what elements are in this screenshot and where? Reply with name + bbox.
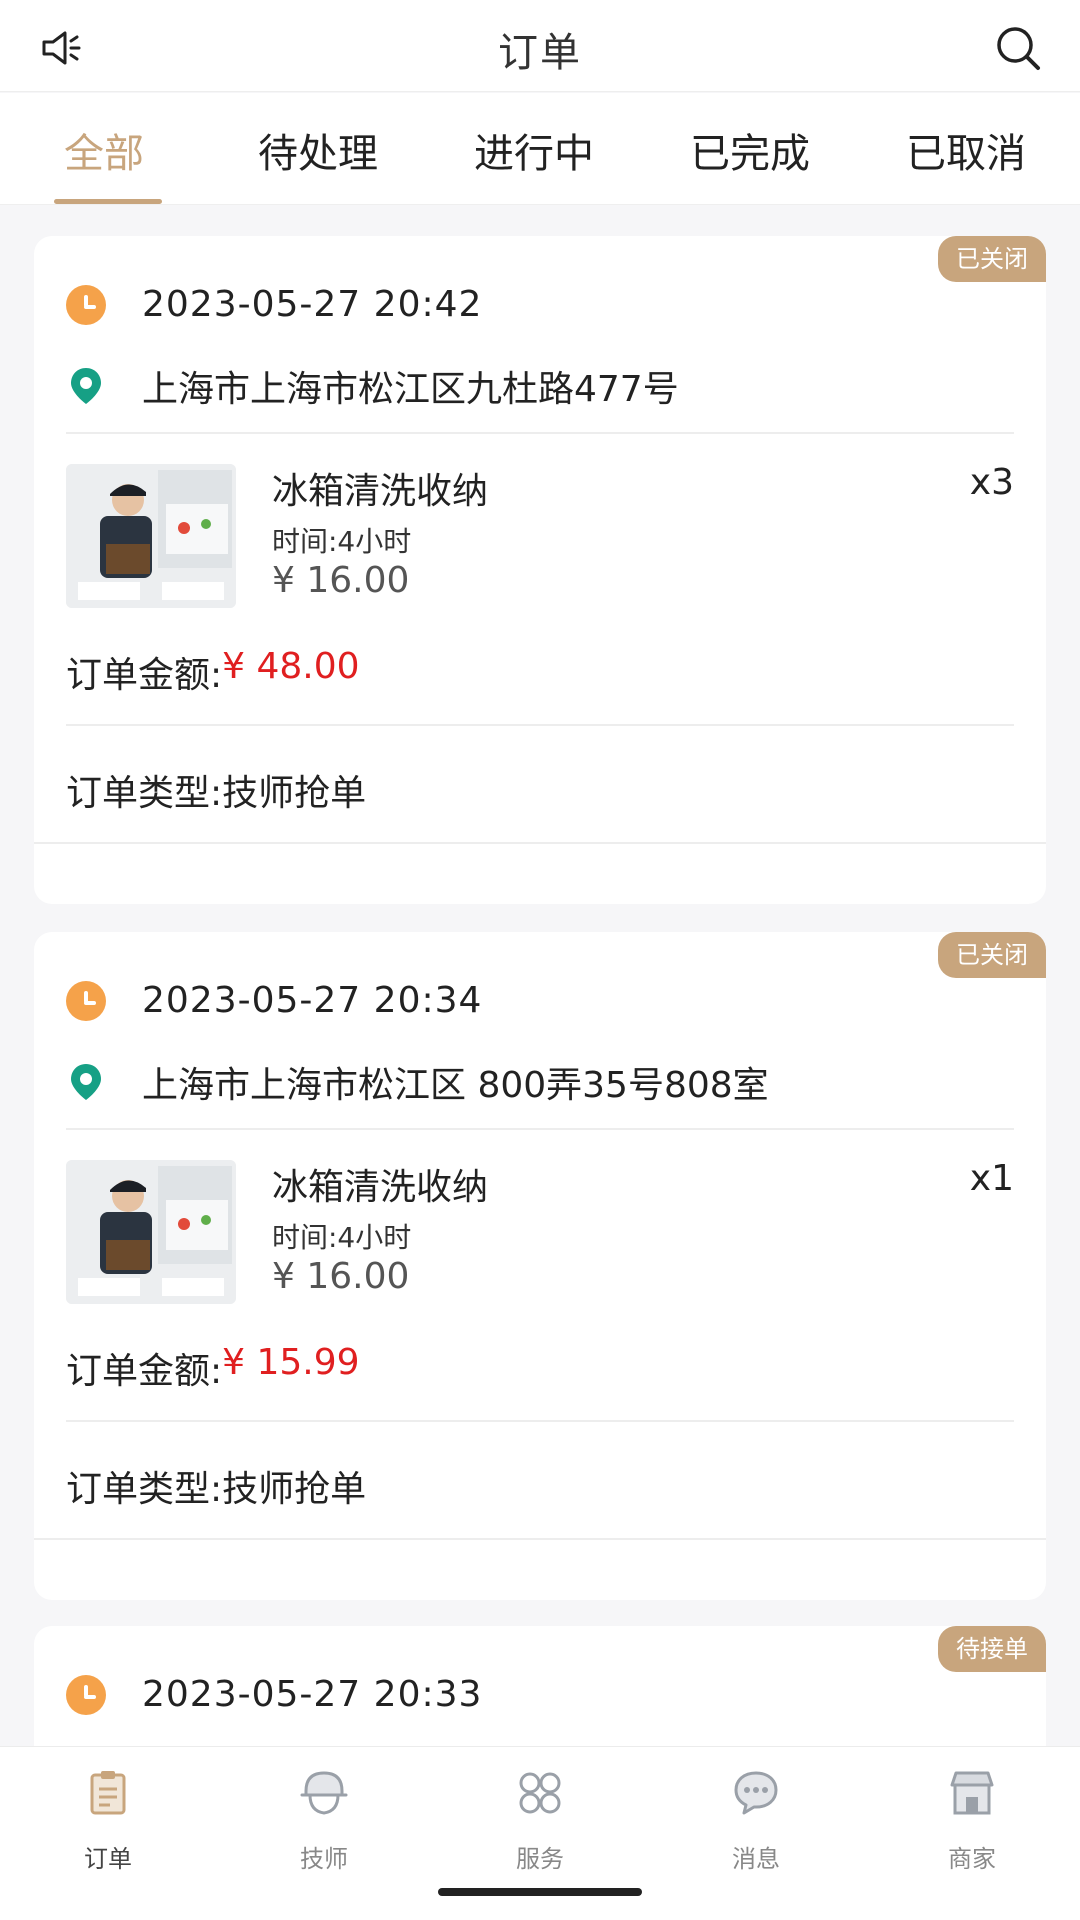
tab-in-progress[interactable]: 进行中	[474, 121, 594, 179]
tab-pending[interactable]: 待处理	[258, 121, 378, 179]
order-icon	[90, 1771, 126, 1815]
nav-item-orders[interactable]: 订单	[48, 1767, 168, 1874]
product-duration: 时间:4小时	[272, 525, 412, 558]
order-type-label: 订单类型:	[66, 1469, 223, 1510]
product-name: 冰箱清洗收纳	[272, 1167, 489, 1208]
order-amount-label: 订单金额:	[66, 1351, 223, 1392]
product-image	[66, 464, 236, 608]
order-time: 2023-05-27 20:34	[142, 980, 483, 1021]
order-amount-row: 订单金额: ¥ 48.00	[66, 646, 360, 698]
status-tabs: 全部 待处理 进行中 已完成 已取消	[0, 93, 1080, 205]
nav-label: 消息	[732, 1845, 780, 1873]
order-address-row: 上海市上海市松江区九杜路477号	[66, 360, 679, 412]
page-title: 订单	[498, 30, 582, 76]
order-time-row: 2023-05-27 20:33	[66, 1674, 482, 1715]
status-badge: 已关闭	[938, 236, 1046, 282]
nav-label: 服务	[516, 1845, 564, 1873]
divider	[34, 842, 1046, 844]
status-badge: 已关闭	[938, 932, 1046, 978]
nav-item-messages[interactable]: 消息	[696, 1767, 816, 1874]
divider	[34, 1538, 1046, 1540]
product-quantity: x3	[969, 462, 1014, 503]
order-time-row: 2023-05-27 20:42	[66, 284, 482, 325]
message-icon	[734, 1771, 778, 1815]
clock-icon	[66, 1674, 106, 1715]
order-type-value: 技师抢单	[222, 773, 367, 814]
order-address: 上海市上海市松江区 800弄35号808室	[142, 1065, 769, 1106]
order-card[interactable]: 待接单 2023-05-27 20:33	[34, 1626, 1046, 1766]
divider	[66, 724, 1014, 726]
order-time-row: 2023-05-27 20:34	[66, 980, 482, 1021]
order-address-row: 上海市上海市松江区 800弄35号808室	[66, 1056, 769, 1108]
tab-completed[interactable]: 已完成	[690, 121, 810, 179]
order-type-row: 订单类型: 技师抢单	[66, 764, 366, 816]
top-bar: 订单	[0, 0, 1080, 92]
tab-all[interactable]: 全部	[64, 121, 144, 179]
store-icon	[950, 1771, 994, 1815]
divider	[66, 432, 1014, 434]
divider	[66, 1128, 1014, 1130]
search-icon	[997, 27, 1040, 70]
order-time: 2023-05-27 20:33	[142, 1674, 483, 1715]
product-price: ¥ 16.00	[272, 560, 410, 601]
nav-label: 商家	[948, 1845, 996, 1873]
order-type-row: 订单类型: 技师抢单	[66, 1460, 366, 1512]
divider	[66, 1420, 1014, 1422]
product-price: ¥ 16.00	[272, 1256, 410, 1297]
technician-icon	[300, 1771, 348, 1815]
status-badge: 待接单	[938, 1626, 1046, 1672]
app-root: 订单 全部 待处理 进行中 已完成 已取消 已关闭 2023-05-27 20:…	[0, 0, 1080, 1920]
product-duration: 时间:4小时	[272, 1221, 412, 1254]
home-indicator	[438, 1888, 642, 1896]
order-type-label: 订单类型:	[66, 773, 223, 814]
clock-icon	[66, 284, 106, 325]
order-amount-value: ¥ 48.00	[222, 646, 360, 687]
location-pin-icon	[71, 368, 101, 404]
product-image	[66, 1160, 236, 1304]
tab-cancelled[interactable]: 已取消	[906, 121, 1026, 179]
location-pin-icon	[71, 1064, 101, 1100]
order-amount-value: ¥ 15.99	[222, 1342, 360, 1383]
nav-item-merchant[interactable]: 商家	[912, 1767, 1032, 1874]
order-time: 2023-05-27 20:42	[142, 284, 483, 325]
order-type-value: 技师抢单	[222, 1469, 367, 1510]
order-address: 上海市上海市松江区九杜路477号	[142, 369, 679, 410]
order-amount-label: 订单金额:	[66, 655, 223, 696]
product-name: 冰箱清洗收纳	[272, 471, 489, 512]
search-button[interactable]	[992, 22, 1044, 74]
nav-label: 技师	[300, 1845, 348, 1873]
clock-icon	[66, 980, 106, 1021]
order-card[interactable]: 已关闭 2023-05-27 20:34 上海市上海市松江区 800弄35号80…	[34, 932, 1046, 1600]
active-tab-indicator	[54, 199, 162, 204]
order-card[interactable]: 已关闭 2023-05-27 20:42 上海市上海市松江区九杜路477号 冰箱…	[34, 236, 1046, 904]
service-icon	[519, 1772, 561, 1814]
nav-label: 订单	[84, 1845, 132, 1873]
order-amount-row: 订单金额: ¥ 15.99	[66, 1342, 360, 1394]
nav-item-services[interactable]: 服务	[480, 1767, 600, 1874]
product-quantity: x1	[969, 1158, 1014, 1199]
nav-item-technicians[interactable]: 技师	[264, 1767, 384, 1874]
